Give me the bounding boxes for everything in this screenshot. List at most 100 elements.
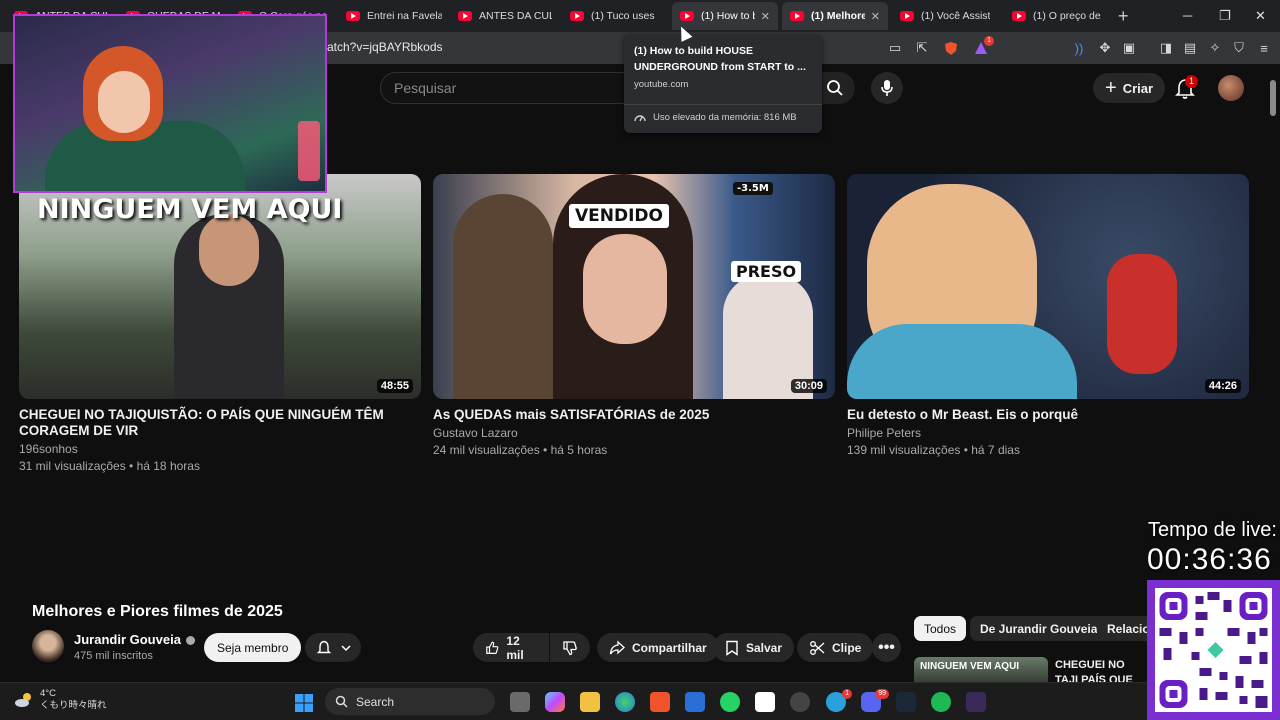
thumbnail-text: PRESO xyxy=(731,261,802,282)
thumbnail-text: NINGUEM VEM AQUI xyxy=(37,194,343,225)
video-meta: 139 mil visualizações • há 7 dias xyxy=(847,443,1020,457)
video-title[interactable]: Eu detesto o Mr Beast. Eis o porquê xyxy=(847,407,1249,423)
restore-icon[interactable]: ❐ xyxy=(1219,8,1231,24)
brave-icon[interactable] xyxy=(650,692,670,712)
duration-badge: 30:09 xyxy=(790,379,827,393)
bookmark-icon xyxy=(726,640,738,656)
steam-icon[interactable] xyxy=(896,692,916,712)
like-button[interactable]: 12 mil xyxy=(473,633,549,662)
notifications-button[interactable]: 1 xyxy=(1173,75,1199,101)
task-view-icon[interactable] xyxy=(510,692,530,712)
video-card[interactable]: VENDIDO PRESO -3.5M 30:09 As QUEDAS mais… xyxy=(433,174,835,458)
video-thumbnail[interactable]: NINGUEM VEM AQUI 48:55 xyxy=(19,174,421,399)
channel-name[interactable]: 196sonhos xyxy=(19,442,421,457)
browser-tab-hovered[interactable]: (1) How to b ✕ xyxy=(672,2,778,30)
page-scrollbar[interactable] xyxy=(1270,80,1276,116)
microphone-icon xyxy=(881,80,893,96)
browser-tab[interactable]: Entrei na Favela xyxy=(338,2,450,30)
thumbs-down-icon xyxy=(563,640,577,655)
thumbnail-text: VENDIDO xyxy=(569,204,669,228)
menu-icon[interactable]: ≡ xyxy=(1256,40,1272,56)
notification-count-badge: 1 xyxy=(1185,75,1199,88)
channel-name[interactable]: Jurandir Gouveia xyxy=(74,632,195,647)
video-title[interactable]: As QUEDAS mais SATISFATÓRIAS de 2025 xyxy=(433,407,835,423)
channel-name[interactable]: Philipe Peters xyxy=(847,426,1249,441)
share-button[interactable]: Compartilhar xyxy=(597,633,719,662)
browser-tab-active[interactable]: (1) Melhores✕ xyxy=(782,2,888,30)
cast-icon[interactable]: ▭ xyxy=(887,40,903,56)
share-icon[interactable]: ⇱ xyxy=(914,40,930,56)
microsoft-store-icon[interactable] xyxy=(685,692,705,712)
chip-related[interactable]: Relacio xyxy=(1097,616,1147,641)
search-icon xyxy=(827,80,843,96)
screenshot-icon[interactable]: ▣ xyxy=(1121,40,1137,56)
tooltip-domain: youtube.com xyxy=(634,79,689,90)
channel-avatar[interactable] xyxy=(32,630,64,662)
scissors-icon xyxy=(810,640,825,655)
weather-widget[interactable]: 4°C くもり時々晴れ xyxy=(14,688,107,712)
spotify-icon[interactable] xyxy=(931,692,951,712)
memory-gauge-icon xyxy=(634,114,646,121)
close-window-icon[interactable]: ✕ xyxy=(1255,8,1266,24)
app-icon[interactable] xyxy=(966,692,986,712)
extensions-icon[interactable]: ✥ xyxy=(1097,40,1113,56)
brave-rewards-icon[interactable]: 1 xyxy=(973,36,994,56)
channel-name[interactable]: Gustavo Lazaro xyxy=(433,426,835,441)
telegram-icon[interactable]: 1 xyxy=(826,689,852,712)
voice-search-button[interactable] xyxy=(871,72,903,104)
video-meta: 31 mil visualizações • há 18 horas xyxy=(19,459,200,473)
dislike-button[interactable] xyxy=(550,633,590,662)
screen: ANTES DA CULT QUEDAS DE MO O Cara gás no… xyxy=(0,0,1280,720)
youtube-favicon-icon xyxy=(680,11,694,21)
url-field[interactable]: atch?v=jqBAYRbkods xyxy=(327,40,443,54)
video-title[interactable]: CHEGUEI NO TAJIQUISTÃO: O PAÍS QUE NINGU… xyxy=(19,407,421,439)
browser-tab[interactable]: ANTES DA CULT xyxy=(450,2,560,30)
account-avatar[interactable] xyxy=(1218,75,1244,101)
taskbar-search-box[interactable]: Search xyxy=(325,688,495,715)
obs-icon[interactable] xyxy=(790,692,810,712)
bell-icon xyxy=(316,640,331,653)
thumbnail-text: -3.5M xyxy=(733,182,773,195)
chip-channel[interactable]: De Jurandir Gouveia xyxy=(970,616,1108,641)
wallet-icon[interactable]: ▤ xyxy=(1182,40,1198,56)
clip-button[interactable]: Clipe xyxy=(797,633,874,662)
subscription-bell-button[interactable] xyxy=(305,633,361,662)
cloudy-weather-icon xyxy=(15,693,31,707)
video-card[interactable]: NINGUEM VEM AQUI 48:55 CHEGUEI NO TAJIQU… xyxy=(19,174,421,474)
file-explorer-icon[interactable] xyxy=(580,692,600,712)
video-thumbnail[interactable]: 44:26 xyxy=(847,174,1249,399)
duration-badge: 44:26 xyxy=(1204,379,1241,393)
vpn-icon[interactable]: ⛉ xyxy=(1231,40,1247,56)
join-button[interactable]: Seja membro xyxy=(204,633,302,662)
streamer-webcam xyxy=(13,14,327,193)
create-button[interactable]: + Criar xyxy=(1093,73,1166,103)
browser-tab[interactable]: (1) Você Assistiu xyxy=(892,2,998,30)
discord-icon[interactable]: 99 xyxy=(861,689,889,712)
video-card[interactable]: 44:26 Eu detesto o Mr Beast. Eis o porqu… xyxy=(847,174,1249,458)
browser-tab[interactable]: (1) O preço de Sh xyxy=(1004,2,1110,30)
chip-all[interactable]: Todos xyxy=(914,616,967,641)
whatsapp-icon[interactable] xyxy=(720,692,740,712)
audio-icon[interactable]: )) xyxy=(1071,40,1087,56)
browser-tab[interactable]: (1) Tuco uses xyxy=(562,2,668,30)
save-button[interactable]: Salvar xyxy=(713,633,795,662)
new-tab-button[interactable]: + xyxy=(1118,6,1129,27)
tab-close-icon[interactable]: ✕ xyxy=(761,10,770,23)
tooltip-memory: Uso elevado da memória: 816 MB xyxy=(634,112,797,123)
capcut-icon[interactable] xyxy=(755,692,775,712)
copilot-icon[interactable] xyxy=(545,692,565,712)
video-thumbnail[interactable]: VENDIDO PRESO -3.5M 30:09 xyxy=(433,174,835,399)
edge-icon[interactable] xyxy=(615,692,635,712)
sidebar-icon[interactable]: ◨ xyxy=(1158,40,1174,56)
more-actions-button[interactable]: ••• xyxy=(872,633,901,662)
now-playing-title[interactable]: Melhores e Piores filmes de 2025 xyxy=(32,603,283,621)
leo-ai-icon[interactable]: ✧ xyxy=(1207,40,1223,56)
search-icon xyxy=(335,695,348,708)
minimize-icon[interactable]: ─ xyxy=(1183,8,1192,23)
tab-hover-card: (1) How to build HOUSE UNDERGROUND from … xyxy=(624,34,822,133)
brave-shield-icon[interactable] xyxy=(943,40,959,56)
tab-close-icon[interactable]: ✕ xyxy=(871,10,880,23)
youtube-favicon-icon xyxy=(570,11,584,21)
recommended-thumbnail[interactable]: NINGUEM VEM AQUI xyxy=(914,657,1048,685)
start-menu-icon[interactable] xyxy=(294,693,314,713)
